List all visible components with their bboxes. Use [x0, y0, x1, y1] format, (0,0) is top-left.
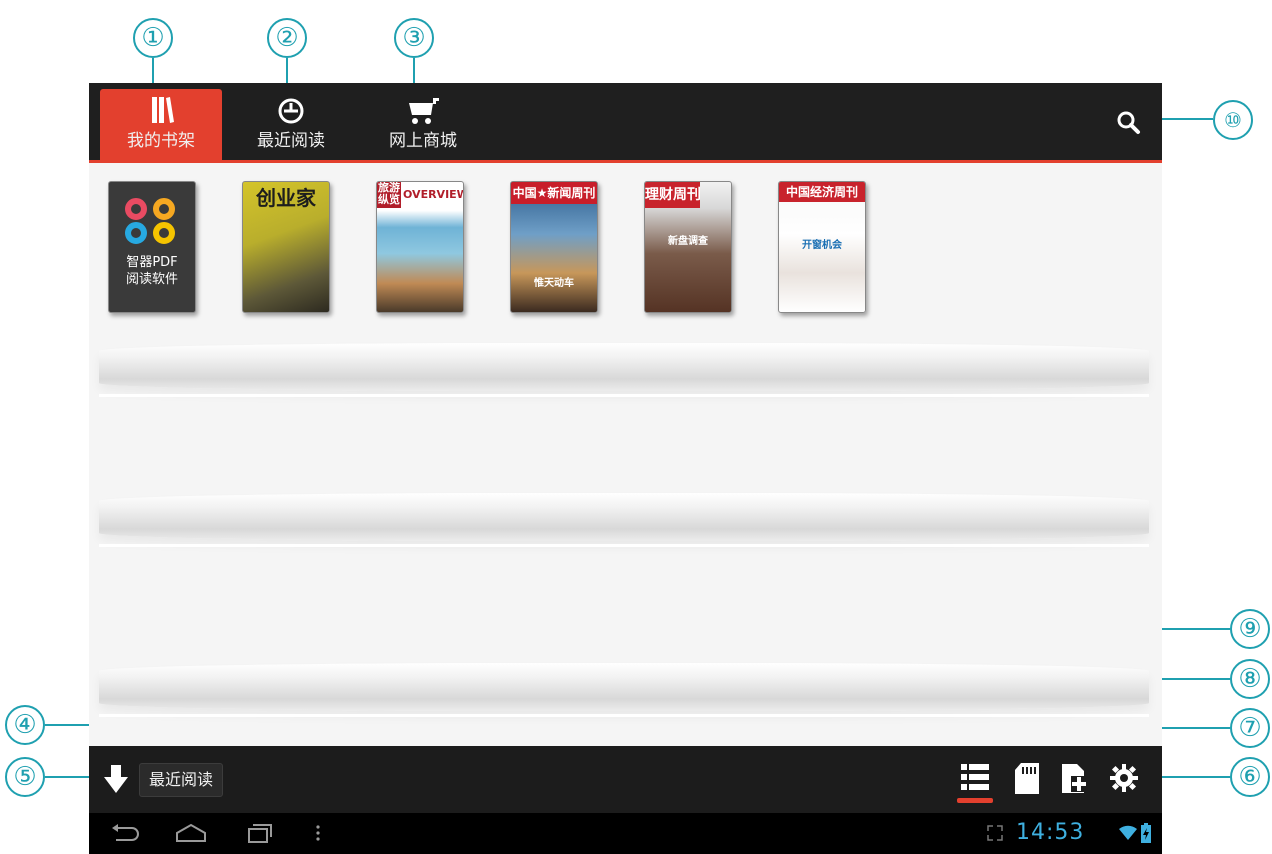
- home-button[interactable]: [171, 819, 211, 847]
- magazine-title: 中国★新闻周刊: [511, 182, 597, 204]
- logo-ring: [125, 198, 147, 220]
- back-icon: [112, 824, 139, 841]
- download-button[interactable]: [103, 763, 129, 795]
- callout-1: ①: [133, 18, 173, 58]
- callout-6: ⑥: [1230, 757, 1270, 797]
- add-file-icon: [1062, 764, 1087, 793]
- expand-icon: [987, 825, 1003, 841]
- battery-icon: [1141, 823, 1151, 843]
- tablet-screen: 我的书架 最近阅读 网上商城 智器PDF 阅读软件 创业家 旅游纵览 OVERV…: [89, 83, 1162, 854]
- shelf-board: [99, 343, 1149, 397]
- callout-8: ⑧: [1230, 659, 1270, 699]
- download-arrow-icon: [104, 765, 128, 793]
- bookshelf: 智器PDF 阅读软件 创业家 旅游纵览 OVERVIEW 中国★新闻周刊 惟天动…: [89, 163, 1162, 746]
- list-view-icon: [961, 764, 989, 790]
- recent-apps-button[interactable]: [239, 819, 279, 847]
- menu-button[interactable]: [311, 819, 325, 847]
- callout-5: ⑤: [5, 757, 45, 797]
- tab-label: 最近阅读: [257, 131, 325, 151]
- magazine-cover-line: 新盘调查: [668, 236, 708, 247]
- callout-10: ⑩: [1213, 100, 1253, 140]
- bottom-action-bar: 最近阅读: [89, 746, 1162, 813]
- magazine-title: 旅游纵览: [377, 182, 401, 208]
- tab-my-bookshelf[interactable]: 我的书架: [100, 89, 222, 160]
- recent-apps-icon: [248, 824, 272, 843]
- book-magazine[interactable]: 创业家: [242, 181, 330, 313]
- logo-ring: [153, 222, 175, 244]
- list-view-button[interactable]: [958, 758, 992, 798]
- tab-online-store[interactable]: 网上商城: [362, 89, 484, 160]
- book-magazine[interactable]: 旅游纵览 OVERVIEW: [376, 181, 464, 313]
- back-button[interactable]: [104, 819, 144, 847]
- tab-label: 网上商城: [389, 131, 457, 151]
- recent-reading-icon: [230, 93, 352, 129]
- status-clock: 14:53: [1016, 820, 1085, 845]
- book-pdf-reader-app[interactable]: 智器PDF 阅读软件: [108, 181, 196, 313]
- recent-reading-button[interactable]: 最近阅读: [139, 763, 224, 797]
- active-view-indicator: [957, 798, 993, 803]
- magazine-title: 创业家: [256, 186, 316, 210]
- book-magazine[interactable]: 中国★新闻周刊 惟天动车: [510, 181, 598, 313]
- tab-label: 我的书架: [127, 131, 195, 151]
- add-file-button[interactable]: [1057, 758, 1091, 798]
- app-title: 智器PDF 阅读软件: [125, 255, 178, 287]
- callout-3: ③: [394, 18, 434, 58]
- top-tab-bar: 我的书架 最近阅读 网上商城: [89, 83, 1162, 163]
- magazine-cover-line: 惟天动车: [534, 278, 574, 289]
- magazine-title: 中国经济周刊: [779, 182, 865, 202]
- search-icon: [1117, 111, 1140, 134]
- settings-button[interactable]: [1107, 758, 1141, 798]
- callout-9: ⑨: [1230, 609, 1270, 649]
- menu-dots-icon: [316, 825, 320, 841]
- bookshelf-icon: [100, 93, 222, 129]
- magazine-cover-line: 开窗机会: [802, 240, 842, 251]
- wifi-icon: [1119, 825, 1137, 841]
- callout-7: ⑦: [1230, 708, 1270, 748]
- gear-icon: [1110, 764, 1138, 792]
- system-navigation-bar: 14:53: [89, 813, 1162, 854]
- book-magazine[interactable]: 中国经济周刊 开窗机会: [778, 181, 866, 313]
- sd-card-button[interactable]: [1010, 758, 1044, 798]
- shelf-board: [99, 493, 1149, 547]
- logo-ring: [125, 222, 147, 244]
- magazine-title: 理财周刊: [645, 182, 700, 208]
- magazine-subtitle: OVERVIEW: [403, 188, 464, 201]
- shelf-board: [99, 663, 1149, 717]
- logo-ring: [153, 198, 175, 220]
- leader-line-10: [1153, 118, 1213, 120]
- search-button[interactable]: [1115, 109, 1143, 137]
- callout-2: ②: [267, 18, 307, 58]
- callout-4: ④: [5, 705, 45, 745]
- home-icon: [176, 823, 206, 842]
- sd-card-icon: [1015, 763, 1039, 794]
- tab-recent-reading[interactable]: 最近阅读: [230, 89, 352, 160]
- book-magazine[interactable]: 理财周刊 新盘调查: [644, 181, 732, 313]
- shopping-cart-icon: [362, 93, 484, 129]
